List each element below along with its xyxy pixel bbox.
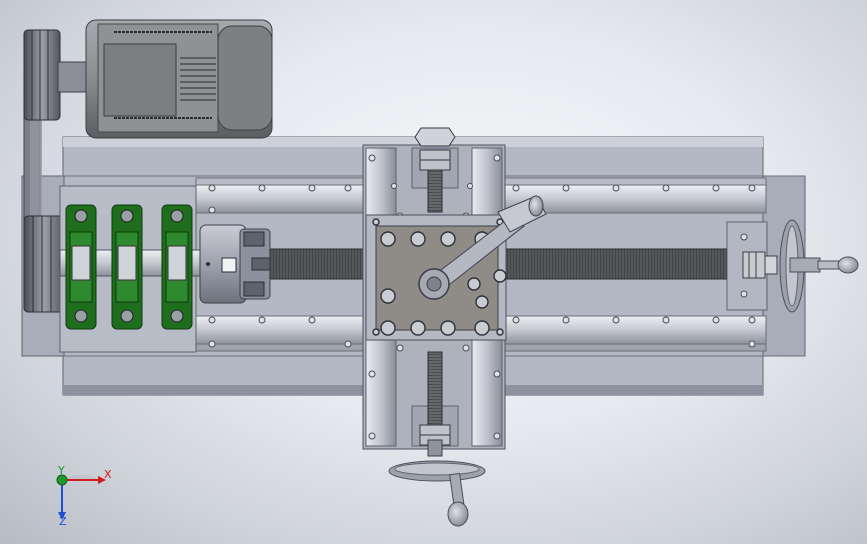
pillow-block-bearings[interactable]	[65, 204, 193, 330]
model-canvas[interactable]: X Y Z	[0, 0, 867, 544]
handwheel-x-axis[interactable]	[779, 219, 859, 313]
bearing-1	[65, 204, 97, 330]
x-axis-label: X	[104, 468, 112, 481]
handwheel-y-axis[interactable]	[388, 439, 486, 527]
electric-motor[interactable]	[85, 19, 273, 139]
cad-viewport[interactable]: X Y Z	[0, 0, 867, 544]
bearing-2	[111, 204, 143, 330]
motor-pulley[interactable]	[23, 29, 89, 121]
bearing-3	[161, 204, 193, 330]
coordinate-triad[interactable]: X Y Z	[56, 464, 112, 528]
z-axis-label: Z	[59, 515, 67, 528]
three-jaw-chuck[interactable]	[199, 224, 271, 304]
end-nut[interactable]	[742, 251, 778, 279]
spindle-pulley[interactable]	[23, 215, 65, 313]
y-axis-label: Y	[57, 464, 65, 477]
